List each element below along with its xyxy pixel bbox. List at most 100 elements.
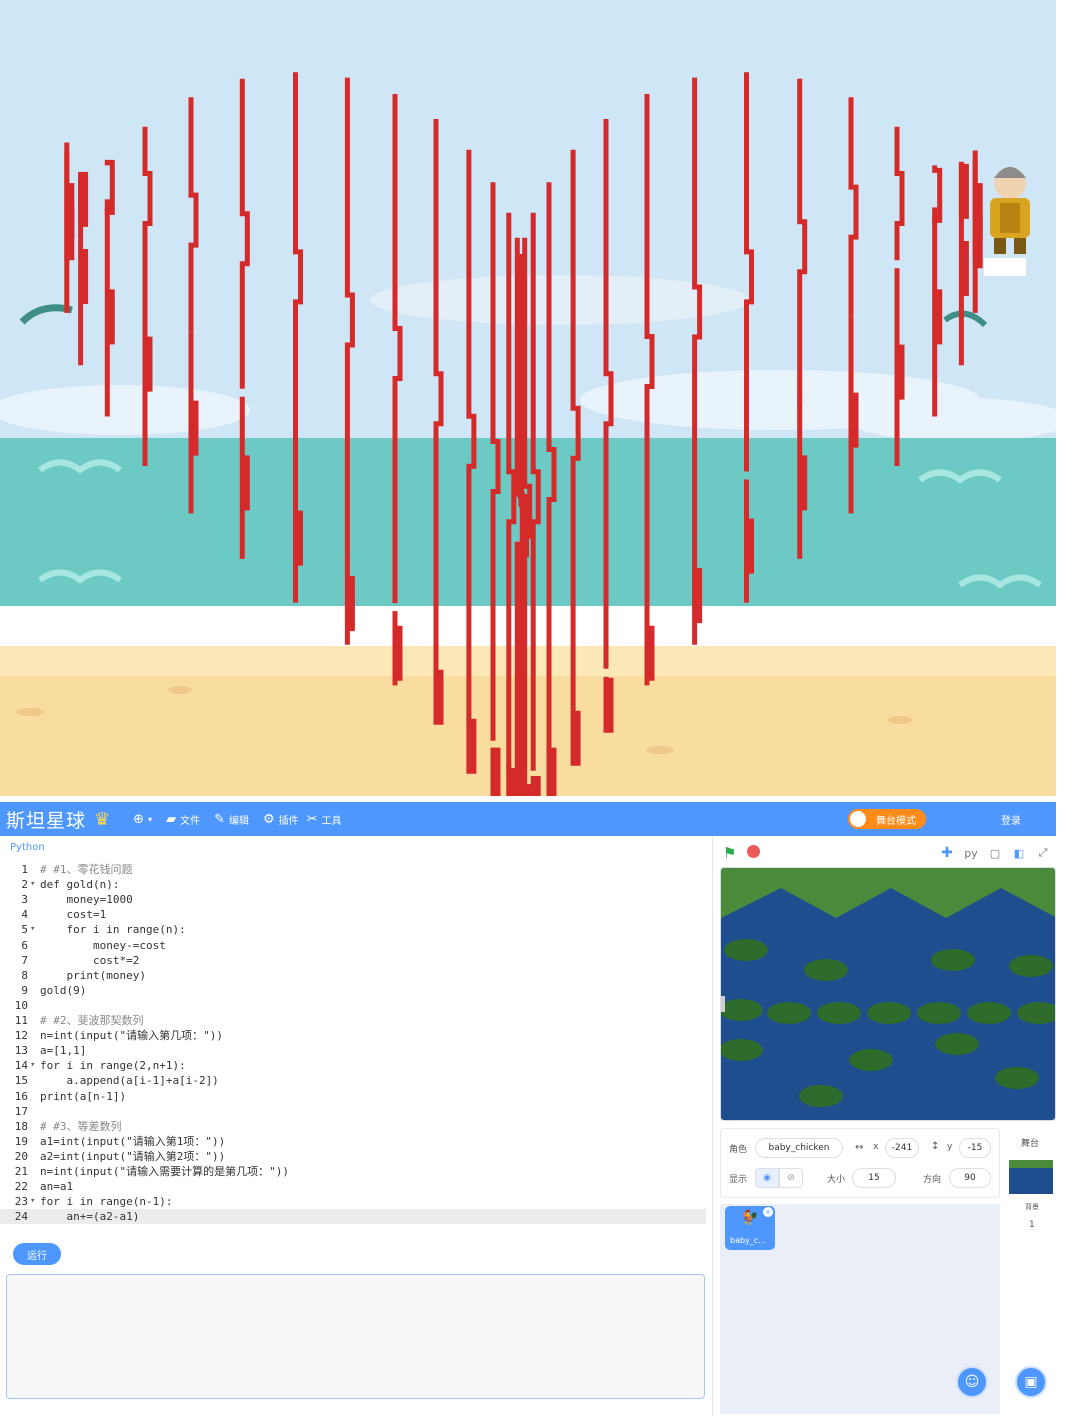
code-line[interactable]: 7 cost*=2 [0,953,706,968]
chevron-down-icon: ▾ [148,814,153,824]
direction-input[interactable]: 90 [949,1168,991,1188]
code-line[interactable]: 5 ▾ for i in range(n): [0,922,706,937]
line-number: 23 [14,1195,28,1209]
show-visible-button[interactable]: ◉ [755,1168,779,1188]
stage-preview[interactable] [720,867,1056,1121]
ide-window: 斯坦星球 ♛ ⊕ ▾ ▰ 文件 ✎ 编辑 ⚙ 插件 ✂ 工具 舞台模式 登录 P… [0,802,1056,1416]
code-line[interactable]: 19 a1=int(input("请输入第1项：")) [0,1134,706,1149]
fullscreen-icon: ⤢ [1038,846,1048,859]
add-backdrop-button[interactable]: ▣ [1015,1366,1047,1398]
fold-toggle[interactable]: ▾ [30,1194,35,1209]
logo-text: 斯坦星球 [6,809,87,832]
code-text: # #1、零花钱问题 [40,863,133,876]
lily-pad [935,1033,979,1055]
widgets-menu[interactable]: ⚙ 插件 [263,812,299,827]
line-number: 16 [14,1089,28,1103]
delete-sprite-icon[interactable]: × [763,1207,773,1217]
edit-menu[interactable]: ✎ 编辑 [214,812,249,827]
code-editor[interactable]: 1 # #1、零花钱问题 2 ▾ def gold(n): 3 money=1000 4 c… [0,862,712,1234]
size-input[interactable]: 15 [852,1168,896,1188]
large-stage-button[interactable]: ◧ [1009,844,1029,862]
x-input[interactable]: -241 [885,1138,919,1158]
sprite-list: 🐓 × baby_c... ☺ [720,1204,1000,1414]
lily-pad [724,939,768,961]
code-line[interactable]: 16 print(a[n-1]) [0,1089,706,1104]
python-mode-button[interactable]: py [961,844,981,862]
code-line[interactable]: 22 an=a1 [0,1179,706,1194]
backdrop-count: 1 [1029,1220,1035,1230]
y-input[interactable]: -15 [959,1138,991,1158]
lily-pad [967,1002,1011,1024]
lily-pad [804,959,848,981]
line-number: 6 [21,938,28,952]
sprite-name-input[interactable]: baby_chicken [755,1138,843,1158]
file-menu-label: 文件 [180,815,201,827]
stage-mode-toggle[interactable]: 舞台模式 [848,809,926,829]
line-number: 5 [21,923,28,937]
stage-selector[interactable]: 舞台 背景 1 ▣ [1005,1128,1055,1414]
code-line[interactable]: 12 n=int(input("请输入第几项：")) [0,1028,706,1043]
small-stage-button[interactable]: ▢ [985,844,1005,862]
code-line[interactable]: 1 # #1、零花钱问题 [0,862,706,877]
code-line[interactable]: 23 ▾ for i in range(n-1): [0,1194,706,1209]
lily-pad [767,1002,811,1024]
fold-toggle[interactable]: ▾ [30,877,35,892]
code-line[interactable]: 18 # #3、等差数列 [0,1119,706,1134]
backdrop-thumbnail[interactable] [1009,1160,1053,1194]
language-menu[interactable]: ⊕ ▾ [133,812,152,827]
toggle-knob [850,811,866,827]
code-line[interactable]: 10 [0,998,706,1013]
y-label: y [947,1142,953,1152]
app-logo: 斯坦星球 ♛ [6,806,111,833]
fullscreen-button[interactable]: ⤢ [1033,844,1053,862]
stop-button[interactable] [747,845,760,858]
line-number: 24 [14,1210,28,1224]
lily-pad [849,1049,893,1071]
code-line[interactable]: 17 [0,1104,706,1119]
login-link[interactable]: 登录 [1001,812,1021,827]
show-hidden-button[interactable]: ⊘ [779,1168,803,1188]
code-line[interactable]: 3 money=1000 [0,892,706,907]
code-line[interactable]: 11 # #2、斐波那契数列 [0,1013,706,1028]
x-label: x [873,1142,879,1152]
code-text: for i in range(n): [40,923,186,937]
heart-stroke [546,747,557,796]
green-flag-icon[interactable]: ⚑ [723,844,736,862]
fold-toggle[interactable]: ▾ [30,922,35,937]
file-menu[interactable]: ▰ 文件 [166,812,200,827]
code-line[interactable]: 21 n=int(input("请输入需要计算的是第几项：")) [0,1164,706,1179]
blocks-mode-button[interactable]: ✚ [937,844,957,862]
code-line[interactable]: 4 cost=1 [0,907,706,922]
code-line[interactable]: 20 a2=int(input("请输入第2项：")) [0,1149,706,1164]
code-text: print(money) [40,968,146,982]
code-line[interactable]: 2 ▾ def gold(n): [0,877,706,892]
language-tab[interactable]: Python [10,842,45,853]
run-button[interactable]: 运行 [13,1243,61,1265]
code-text: def gold(n): [40,878,120,892]
tools-menu[interactable]: ✂ 工具 [307,812,342,827]
line-number: 3 [21,893,28,907]
code-line[interactable]: 14 ▾ for i in range(2,n+1): [0,1058,706,1073]
sprite-thumbnail[interactable]: 🐓 × baby_c... [725,1206,775,1250]
heart-stroke [78,171,89,227]
code-text: a2=int(input("请输入第2项：")) [40,1149,226,1163]
code-line[interactable]: 6 money-=cost [0,938,706,953]
code-line[interactable]: 8 print(money) [0,968,706,983]
stage-canvas [0,0,1056,796]
lily-pad [917,1002,961,1024]
heart-stroke [466,718,477,774]
eye-icon: ◉ [763,1173,771,1183]
lily-pad [1009,955,1053,977]
x-arrow-icon: ↔ [855,1142,864,1153]
code-line[interactable]: 24 an+=(a2-a1) [0,1209,706,1225]
backdrop-add-icon: ▣ [1024,1374,1038,1390]
tools-icon: ✂ [306,811,318,827]
fold-toggle[interactable]: ▾ [30,1058,35,1073]
code-line[interactable]: 13 a=[1,1] [0,1043,706,1058]
code-line[interactable]: 9 gold(9) [0,983,706,998]
pencil-icon: ✎ [214,811,225,827]
add-sprite-button[interactable]: ☺ [956,1366,988,1398]
code-text: for i in range(n-1): [40,1195,173,1209]
output-console[interactable] [6,1274,705,1399]
code-line[interactable]: 15 a.append(a[i-1]+a[i-2]) [0,1073,706,1088]
